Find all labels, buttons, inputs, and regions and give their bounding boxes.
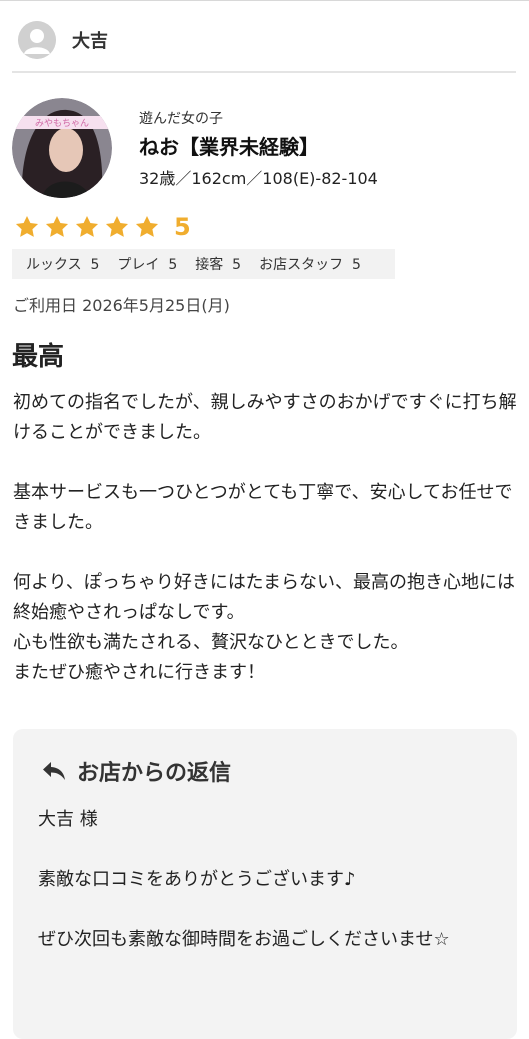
girl-stats: 32歳／162cm／108(E)-82-104 — [139, 169, 378, 188]
shop-reply-box: お店からの返信 大吉 様 素敵な口コミをありがとうございます♪ ぜひ次回も素敵な… — [13, 729, 517, 1039]
rating-play: プレイ 5 — [117, 257, 178, 273]
review-body: 初めての指名でしたが、親しみやすさのおかげですぐに打ち解けることができました。 … — [13, 392, 517, 683]
star-icon — [105, 215, 129, 237]
reply-arrow-icon — [43, 762, 65, 780]
visit-date: ご利用日 2026年5月25日(月) — [13, 296, 230, 315]
top-border — [0, 0, 529, 1]
user-avatar-icon — [18, 21, 56, 59]
star-icon — [45, 215, 69, 237]
reviewer-name: 大吉 — [72, 31, 108, 52]
reply-body: 大吉 様 素敵な口コミをありがとうございます♪ ぜひ次回も素敵な御時間をお過ごし… — [38, 809, 450, 950]
reply-header: お店からの返信 — [41, 755, 231, 787]
rating-service: 接客 5 — [195, 257, 242, 273]
rating-score: 5 — [174, 213, 191, 241]
star-icon — [135, 215, 159, 237]
rating-staff: お店スタッフ 5 — [259, 257, 361, 273]
star-icon — [75, 215, 99, 237]
star-rating: 5 — [14, 213, 191, 241]
reviewer-row: 大吉 — [18, 20, 108, 60]
girl-name[interactable]: ねお【業界未経験】 — [139, 131, 319, 160]
girl-photo[interactable]: みやもちゃん — [12, 98, 112, 198]
review-title: 最高 — [12, 342, 65, 372]
category-ratings: ルックス 5 プレイ 5 接客 5 お店スタッフ 5 — [12, 249, 395, 279]
star-icon — [15, 215, 39, 237]
rating-looks: ルックス 5 — [26, 257, 100, 273]
girl-label: 遊んだ女の子 — [139, 111, 223, 127]
header-divider — [12, 71, 516, 73]
reply-title: お店からの返信 — [77, 761, 232, 786]
photo-band-text: みやもちゃん — [35, 118, 89, 129]
